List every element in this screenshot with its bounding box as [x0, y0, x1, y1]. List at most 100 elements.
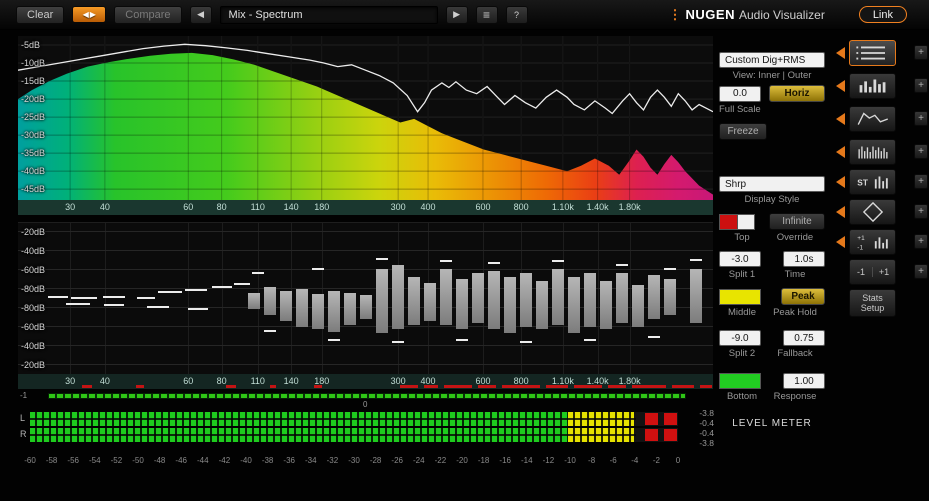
spectrum-curve-icon	[857, 112, 888, 125]
meter-mode-select[interactable]: Custom Dig+RMS	[719, 52, 825, 68]
range-toggle-button[interactable]: -1 +1	[849, 259, 896, 285]
add-instance-button[interactable]: +	[914, 234, 928, 249]
peak-dash	[584, 339, 596, 341]
clip-tick	[632, 385, 666, 388]
split2-input[interactable]: -9.0	[719, 330, 761, 346]
top-color-swatch[interactable]	[719, 213, 755, 230]
peak-hold-button[interactable]: Peak	[781, 288, 825, 305]
play-icon: ▶	[453, 9, 460, 19]
select-tab-arrow[interactable]	[836, 47, 845, 59]
meter-value: -0.4	[699, 428, 714, 438]
select-tab-arrow[interactable]	[836, 206, 845, 218]
brand: ⋮ NUGEN Audio Visualizer	[669, 7, 825, 23]
display-slot-6-button[interactable]	[849, 199, 896, 225]
middle-label: Middle	[728, 307, 756, 318]
meter-scale-label: -48	[153, 456, 166, 465]
histogram-freq-label: 30	[65, 376, 76, 386]
histogram-bar	[376, 269, 388, 333]
histogram-bar	[344, 293, 356, 325]
select-tab-arrow[interactable]	[836, 80, 845, 92]
clip-tick	[136, 385, 144, 388]
swap-compare-button[interactable]: ◀ ▶	[72, 6, 107, 23]
compare-button[interactable]: Compare	[114, 5, 182, 24]
freeze-button[interactable]: Freeze	[719, 123, 767, 140]
display-slot-7-button[interactable]: +1 -1	[849, 229, 896, 255]
histogram-bar	[408, 277, 420, 325]
spectrum-freq-label: 1.10k	[551, 202, 574, 212]
meter-scale-label: -22	[434, 456, 447, 465]
list-icon: ≡	[483, 7, 491, 22]
meter-scale-label: -18	[477, 456, 490, 465]
clip-tick	[270, 385, 276, 388]
select-tab-arrow[interactable]	[836, 113, 845, 125]
meter-scale-label: -26	[391, 456, 403, 465]
split1-input[interactable]: -3.0	[719, 251, 761, 267]
horiz-button[interactable]: Horiz	[769, 85, 825, 102]
histogram-y-label: -20dB	[21, 360, 46, 370]
select-tab-arrow[interactable]	[836, 146, 845, 158]
histogram-display[interactable]: -20dB -40dB -60dB -80dB -80dB -60dB -40dB -20dB	[18, 222, 713, 374]
toolbar: Clear ◀ ▶ Compare ◀ Mix - Spectrum ▶ ≡ ? …	[0, 0, 929, 30]
next-preset-button[interactable]: ▶	[445, 5, 468, 24]
clear-button[interactable]: Clear	[16, 5, 65, 24]
correlation-meter[interactable]	[48, 393, 686, 399]
fallback-input[interactable]: 0.75	[783, 330, 825, 346]
meter-readouts: -3.8 -0.4 -0.4 -3.8	[682, 408, 714, 448]
select-tab-arrow[interactable]	[836, 236, 845, 248]
clip-tick	[400, 385, 418, 388]
prev-preset-button[interactable]: ◀	[189, 5, 212, 24]
add-instance-button[interactable]: +	[914, 174, 928, 189]
histogram-bar	[440, 269, 452, 325]
spectrum-display[interactable]: -5dB -10dB -15dB -20dB -25dB -30dB -35dB -40dB -…	[18, 36, 713, 200]
peak-dash	[552, 260, 564, 262]
add-instance-button[interactable]: +	[914, 45, 928, 60]
meter-split-line	[30, 418, 636, 420]
add-instance-button[interactable]: +	[914, 78, 928, 93]
histogram-y-label: -20dB	[21, 227, 46, 237]
peak-hold-block	[664, 413, 678, 425]
add-instance-button[interactable]: +	[914, 264, 928, 279]
meter-scale-label: -40	[240, 456, 252, 465]
preset-list-button[interactable]: ≡	[475, 5, 498, 24]
display-slot-2-button[interactable]	[849, 73, 896, 99]
peak-dash	[212, 286, 232, 288]
infinite-button[interactable]: Infinite	[769, 213, 825, 230]
spectrum-freq-label: 800	[513, 202, 529, 212]
display-slot-5-button[interactable]: ST	[849, 169, 896, 195]
meter-scale-label: -10	[564, 456, 576, 465]
display-slot-1-button[interactable]	[849, 40, 896, 66]
brand-product: Audio Visualizer	[738, 7, 825, 22]
meter-scale-label: -14	[521, 456, 533, 465]
time-input[interactable]: 1.0s	[783, 251, 825, 267]
response-input[interactable]: 1.00	[783, 373, 825, 389]
display-slot-3-button[interactable]	[849, 106, 896, 132]
histogram-bar	[632, 285, 644, 327]
spectrum-freq-label: 140	[283, 202, 299, 212]
stats-setup-button[interactable]: Stats Setup	[849, 289, 896, 317]
display-style-select[interactable]: Shrp	[719, 176, 825, 192]
override-label: Override	[776, 232, 814, 243]
add-instance-button[interactable]: +	[914, 144, 928, 159]
preset-display[interactable]: Mix - Spectrum	[219, 5, 438, 24]
middle-color-swatch[interactable]	[719, 288, 761, 305]
histogram-y-label: -40dB	[21, 246, 46, 256]
level-meter-bar[interactable]	[30, 428, 678, 442]
peak-dash	[376, 258, 388, 260]
select-tab-arrow[interactable]	[836, 176, 845, 188]
bottom-color-swatch[interactable]	[719, 373, 761, 389]
add-instance-button[interactable]: +	[914, 111, 928, 126]
display-slot-4-button[interactable]	[849, 139, 896, 165]
meter-scale-label: -12	[542, 456, 555, 465]
level-meter-bar[interactable]	[30, 412, 678, 426]
help-button[interactable]: ?	[505, 5, 528, 24]
range-toggle-option[interactable]: +1	[873, 267, 895, 277]
mini-scale-icon: +1-1	[857, 235, 888, 251]
meter-scale-label: -24	[413, 456, 425, 465]
range-toggle-option[interactable]: -1	[850, 267, 873, 277]
peak-dash	[312, 268, 324, 270]
clip-tick	[608, 385, 626, 388]
full-scale-input[interactable]: 0.0	[719, 85, 761, 102]
add-instance-button[interactable]: +	[914, 204, 928, 219]
back-arrow-icon: ◀	[197, 9, 204, 19]
link-button[interactable]: Link	[858, 6, 907, 23]
